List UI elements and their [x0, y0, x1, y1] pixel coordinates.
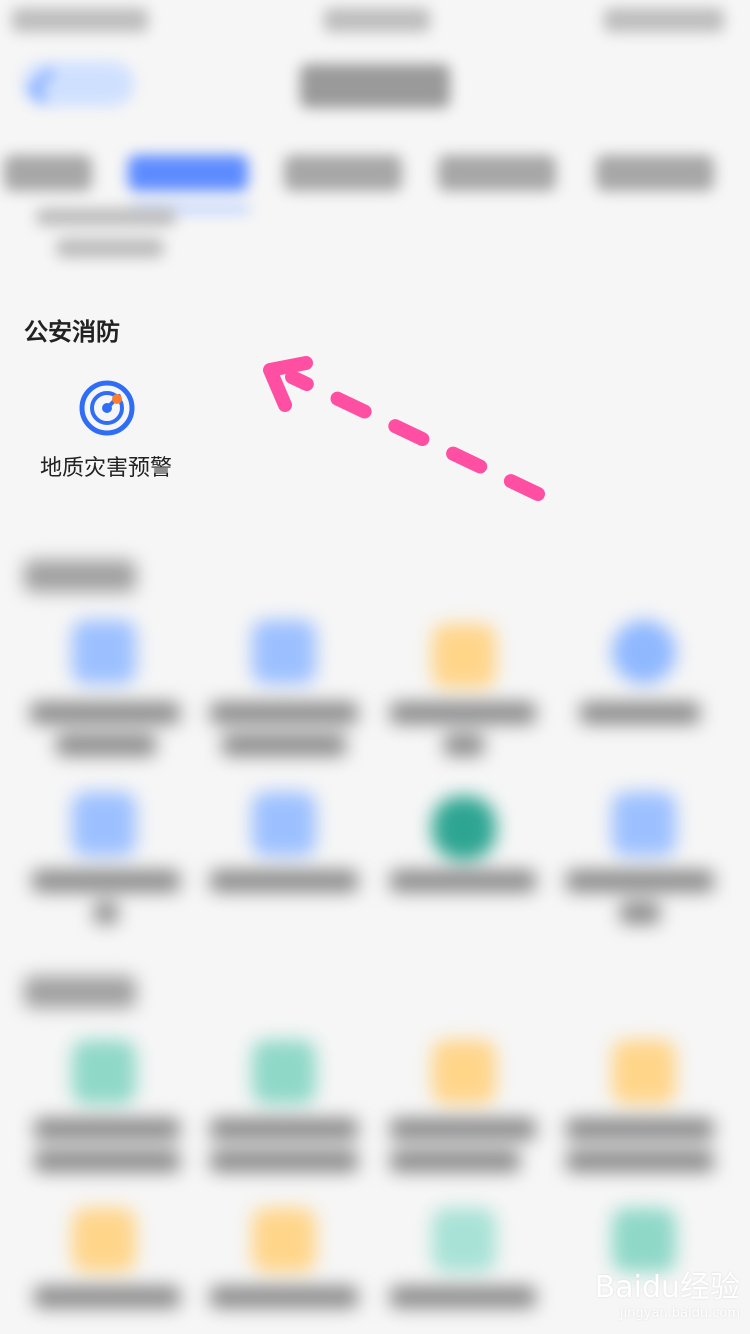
grid-section-title [24, 560, 136, 592]
grid-app-icon[interactable] [432, 624, 496, 688]
grid-section-title [24, 976, 136, 1008]
grid-app-icon[interactable] [432, 1040, 496, 1104]
grid-app-label [390, 870, 536, 892]
grid-app-icon[interactable] [72, 1040, 136, 1104]
grid-app-icon[interactable] [432, 796, 496, 860]
grid-app-label [390, 702, 536, 724]
grid-app-label [210, 870, 358, 892]
grid-app-label [34, 1118, 180, 1140]
grid-app-label [580, 702, 700, 724]
grid-app-icon[interactable] [612, 1040, 676, 1104]
baidu-jingyan-watermark: Baidu经验 jingyan.baidu.com [582, 1262, 740, 1321]
grid-app-label [32, 870, 180, 892]
grid-app-icon[interactable] [432, 1208, 496, 1272]
tab-4[interactable] [438, 155, 556, 191]
back-button[interactable] [22, 62, 134, 106]
grid-app-label [444, 734, 484, 756]
grid-app-label [34, 1286, 180, 1308]
app-label: 地质灾害预警 [39, 456, 172, 481]
grid-app-label [390, 1150, 520, 1172]
grid-app-label [34, 1150, 180, 1172]
grid-app-icon[interactable] [612, 792, 676, 856]
back-arrow-icon [28, 68, 64, 104]
grid-app-label [210, 1150, 358, 1172]
grid-app-label [94, 902, 118, 924]
status-bar [0, 0, 750, 44]
tab-5[interactable] [596, 155, 714, 191]
grid-app-icon[interactable] [252, 792, 316, 856]
grid-app-label [210, 1118, 358, 1140]
tab-2-active[interactable] [128, 155, 248, 191]
grid-app-label [566, 870, 714, 892]
grid-app-label [566, 1150, 714, 1172]
tab-1[interactable] [4, 155, 92, 191]
battery-indicator [604, 8, 724, 32]
app-geological-hazard-warning[interactable]: 地质灾害预警 [26, 378, 186, 488]
previous-item-label [56, 238, 164, 258]
grid-app-label [30, 702, 180, 724]
grid-app-label [222, 734, 346, 756]
page-title [300, 64, 450, 108]
grid-app-label [390, 1118, 536, 1140]
grid-app-label [210, 702, 358, 724]
clock [324, 8, 430, 32]
grid-app-label [566, 1118, 714, 1140]
carrier-indicator [12, 8, 148, 32]
grid-app-icon[interactable] [72, 620, 136, 684]
category-tabs [0, 135, 750, 215]
grid-app-label [56, 734, 156, 756]
previous-item-label [36, 208, 176, 226]
watermark-sub: jingyan.baidu.com [620, 1306, 740, 1321]
grid-app-icon[interactable] [252, 620, 316, 684]
watermark-main: Baidu经验 [594, 1270, 740, 1305]
section-title: 公安消防 [24, 318, 120, 346]
header [0, 44, 750, 134]
grid-app-label [620, 902, 660, 924]
grid-app-label [390, 1286, 536, 1308]
grid-app-label [210, 1286, 358, 1308]
grid-app-icon[interactable] [72, 792, 136, 856]
grid-app-icon[interactable] [72, 1208, 136, 1272]
radar-target-icon [79, 380, 135, 436]
tab-3[interactable] [284, 155, 402, 191]
grid-app-icon[interactable] [252, 1040, 316, 1104]
grid-app-icon[interactable] [612, 620, 676, 684]
grid-app-icon[interactable] [252, 1208, 316, 1272]
